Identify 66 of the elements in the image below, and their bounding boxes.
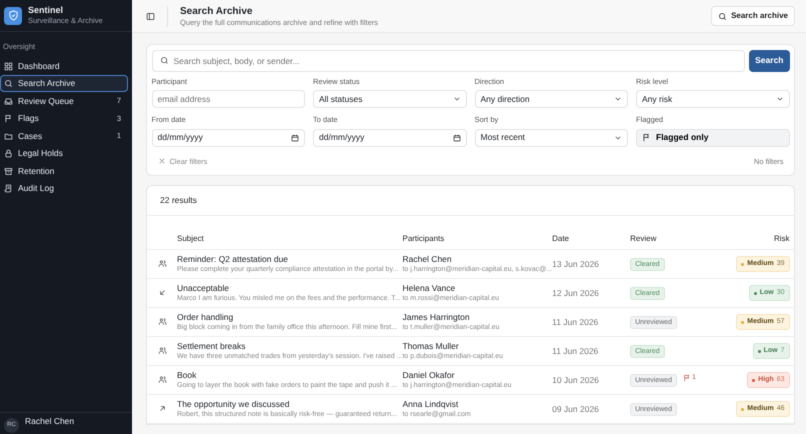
lock-icon [4, 149, 13, 158]
inbox-icon [4, 96, 13, 106]
message-subject: The opportunity we discussed [177, 399, 290, 410]
date-cell: 11 Jun 2026 [552, 308, 630, 336]
column-header: Participants [402, 216, 552, 250]
grid-icon [4, 62, 13, 70]
date-cell: 13 Jun 2026 [552, 250, 630, 278]
people-icon [158, 259, 166, 268]
shield-logo-icon [4, 6, 22, 24]
sender-name: Anna Lindqvist [402, 399, 460, 410]
calendar-icon [291, 134, 299, 142]
page-title: Search Archive [180, 6, 254, 18]
message-subject: Order handling [177, 312, 234, 323]
message-subject: Unacceptable [177, 283, 230, 294]
column-header: Subject [177, 216, 402, 250]
close-icon [158, 157, 166, 166]
people-icon [158, 317, 166, 326]
flag-icon [642, 133, 651, 142]
people-icon [158, 375, 166, 384]
calendar-icon [452, 134, 460, 142]
folder-icon [4, 132, 13, 140]
archive-box-icon [4, 166, 13, 176]
date-field[interactable]: dd/mm/yyyy [313, 128, 466, 146]
app-name: Sentinel [28, 6, 64, 16]
column-header: Date [552, 216, 630, 250]
search-icon [160, 56, 168, 65]
sender-name: Helena Vance [402, 283, 456, 294]
search-icon [4, 79, 13, 88]
nav-item[interactable]: Retention [0, 162, 128, 180]
dropdown[interactable]: Any direction [474, 90, 628, 108]
search-icon [718, 12, 728, 20]
sender-name: Thomas Muller [402, 341, 460, 352]
sender-name: Daniel Okafor [402, 370, 456, 381]
text-field[interactable]: email address [152, 90, 305, 108]
message-subject: Reminder: Q2 attestation due [177, 254, 290, 265]
sidebar-toggle-icon[interactable] [146, 12, 155, 20]
nav-item[interactable]: Dashboard [0, 57, 128, 75]
scroll-icon [4, 184, 13, 193]
search-field[interactable]: Search subject, body, or sender... [152, 50, 745, 72]
flag-icon [683, 374, 692, 382]
date-cell: 09 Jun 2026 [552, 394, 630, 424]
dropdown[interactable]: Any risk [636, 90, 790, 108]
flagged-toggle[interactable]: Flagged only [636, 128, 790, 146]
search-archive-button[interactable]: Search archive [711, 6, 795, 26]
user-name: Rachel Chen [25, 417, 74, 428]
dropdown[interactable]: All statuses [313, 90, 466, 108]
date-field[interactable]: dd/mm/yyyy [152, 128, 305, 146]
date-cell: 11 Jun 2026 [552, 336, 630, 366]
nav-item[interactable]: Legal Holds [0, 144, 128, 162]
arrow-down-left-icon [158, 288, 166, 298]
dropdown[interactable]: Most recent [474, 128, 628, 146]
message-subject: Settlement breaks [177, 341, 247, 352]
nav-item[interactable]: Audit Log [0, 180, 128, 198]
nav-item[interactable]: Search Archive [0, 74, 128, 92]
column-header: Risk [717, 216, 794, 250]
column-header: Review [630, 216, 718, 250]
date-cell: 12 Jun 2026 [552, 278, 630, 308]
date-cell: 10 Jun 2026 [552, 366, 630, 394]
people-icon [158, 346, 166, 356]
message-subject: Book [177, 370, 198, 381]
sender-name: James Harrington [402, 312, 471, 323]
arrow-up-right-icon [158, 404, 166, 414]
sender-name: Rachel Chen [402, 254, 453, 265]
results-count: 22 results [147, 186, 794, 216]
flag-icon [4, 114, 13, 123]
search-button[interactable]: Search [749, 50, 790, 72]
